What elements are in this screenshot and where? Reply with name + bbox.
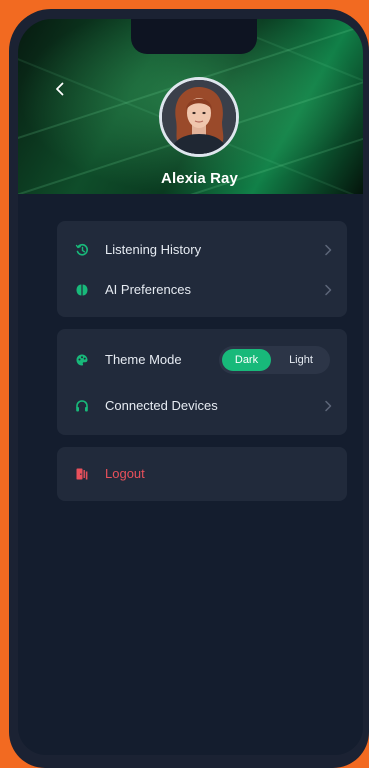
ai-preferences-item[interactable]: AI Preferences: [57, 276, 347, 304]
chevron-right-icon: [325, 284, 332, 296]
connected-devices-item[interactable]: Connected Devices: [57, 392, 347, 420]
connected-devices-label: Connected Devices: [105, 398, 218, 413]
palette-icon: [76, 354, 88, 366]
theme-toggle[interactable]: Dark Light: [219, 346, 330, 374]
ai-preferences-label: AI Preferences: [105, 282, 191, 297]
chevron-right-icon: [325, 244, 332, 256]
avatar-portrait: [162, 80, 236, 154]
headphones-icon: [76, 400, 88, 412]
menu-card-logout: Logout: [57, 447, 347, 501]
phone-frame: Alexia Ray Listening History AI Preferen…: [9, 9, 369, 768]
chevron-right-icon: [325, 400, 332, 412]
profile-name: Alexia Ray: [161, 170, 238, 187]
logout-button[interactable]: Logout: [57, 460, 347, 488]
listening-history-label: Listening History: [105, 242, 202, 257]
theme-option-light[interactable]: Light: [275, 349, 327, 371]
device-notch: [131, 19, 257, 54]
app-screen: Alexia Ray Listening History AI Preferen…: [18, 19, 363, 755]
theme-option-dark[interactable]: Dark: [222, 349, 271, 371]
listening-history-item[interactable]: Listening History: [57, 236, 347, 264]
menu-card-primary: Listening History AI Preferences: [57, 221, 347, 317]
chevron-left-icon: [56, 82, 64, 96]
history-icon: [75, 243, 88, 256]
logout-label: Logout: [105, 466, 145, 481]
logout-icon: [76, 468, 88, 480]
theme-mode-label: Theme Mode: [105, 352, 182, 367]
back-button[interactable]: [48, 77, 72, 101]
brain-icon: [76, 284, 88, 296]
avatar: [159, 77, 239, 157]
menu-card-settings: Theme Mode Dark Light Connected Devices: [57, 329, 347, 435]
